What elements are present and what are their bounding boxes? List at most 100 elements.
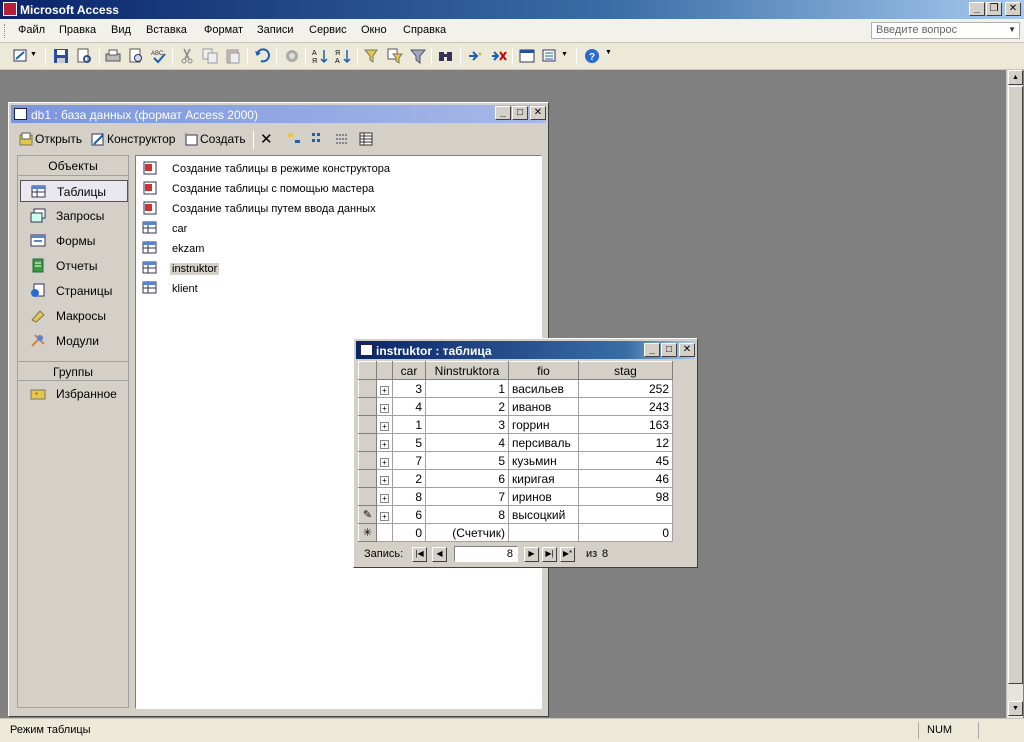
- cell-stag[interactable]: 0: [578, 523, 673, 542]
- create-button[interactable]: * Создать: [184, 131, 246, 146]
- new-object-icon[interactable]: [541, 47, 559, 65]
- cell-stag[interactable]: 98: [578, 487, 673, 506]
- spelling-icon[interactable]: ABC: [150, 47, 168, 65]
- cell-stag[interactable]: 252: [578, 379, 673, 398]
- cell-fio[interactable]: иринов: [508, 487, 579, 506]
- menu-format[interactable]: Формат: [204, 24, 243, 36]
- toolbar-options-icon[interactable]: ▼: [605, 49, 615, 67]
- delete-record-icon[interactable]: [490, 47, 508, 65]
- sidebar-item-queries[interactable]: Запросы: [20, 205, 128, 227]
- save-icon[interactable]: [52, 47, 70, 65]
- table-row[interactable]: +7 5 кузьмин 45: [358, 451, 673, 470]
- filter-by-form-icon[interactable]: [386, 47, 404, 65]
- view-design-icon[interactable]: [12, 47, 30, 65]
- table-window-titlebar[interactable]: instruktor : таблица _ □ ✕: [356, 341, 695, 359]
- table-maximize-button[interactable]: □: [661, 343, 677, 357]
- list-view-icon[interactable]: [335, 132, 349, 149]
- sidebar-item-reports[interactable]: Отчеты: [20, 255, 128, 277]
- expand-icon[interactable]: +: [376, 451, 393, 470]
- cell-car[interactable]: 0: [392, 523, 426, 542]
- expand-icon[interactable]: +: [376, 379, 393, 398]
- paste-icon[interactable]: [224, 47, 242, 65]
- record-selector[interactable]: [358, 379, 377, 398]
- menu-help[interactable]: Справка: [403, 24, 446, 36]
- record-selector[interactable]: [358, 433, 377, 452]
- cell-ninstruktora[interactable]: 7: [425, 487, 509, 506]
- file-search-icon[interactable]: [75, 47, 93, 65]
- sidebar-item-tables[interactable]: Таблицы: [20, 180, 128, 202]
- editing-pencil-icon[interactable]: ✎: [358, 505, 377, 524]
- scroll-up-icon[interactable]: ▲: [1008, 70, 1023, 85]
- cell-fio[interactable]: персиваль: [508, 433, 579, 452]
- cell-stag[interactable]: 12: [578, 433, 673, 452]
- print-icon[interactable]: [104, 47, 122, 65]
- chevron-down-icon[interactable]: ▼: [1008, 25, 1016, 34]
- objects-header[interactable]: Объекты: [18, 156, 128, 176]
- restore-button[interactable]: ❐: [986, 2, 1002, 16]
- sidebar-item-macros[interactable]: Макросы: [20, 305, 128, 327]
- new-record-icon[interactable]: *: [467, 47, 485, 65]
- filter-by-selection-icon[interactable]: [363, 47, 381, 65]
- cell-car[interactable]: 4: [392, 397, 426, 416]
- cell-ninstruktora[interactable]: 4: [425, 433, 509, 452]
- record-selector[interactable]: [358, 451, 377, 470]
- table-close-button[interactable]: ✕: [679, 343, 695, 357]
- expand-icon[interactable]: +: [376, 505, 393, 524]
- table-row[interactable]: ✎ +6 8 высоцкий: [358, 505, 673, 524]
- cell-ninstruktora[interactable]: 1: [425, 379, 509, 398]
- access-app-icon[interactable]: [3, 2, 17, 16]
- sidebar-item-pages[interactable]: Страницы: [20, 280, 128, 302]
- cell-fio[interactable]: кузьмин: [508, 451, 579, 470]
- small-icons-icon[interactable]: [311, 132, 325, 149]
- table-row[interactable]: +5 4 персиваль 12: [358, 433, 673, 452]
- new-record-nav-icon[interactable]: ▶*: [560, 547, 575, 562]
- vertical-scrollbar[interactable]: ▲ ▼: [1006, 70, 1023, 718]
- cell-stag[interactable]: 243: [578, 397, 673, 416]
- close-button[interactable]: ✕: [1005, 2, 1021, 16]
- help-icon[interactable]: ?: [583, 47, 601, 65]
- menu-window[interactable]: Окно: [361, 24, 387, 36]
- previous-record-icon[interactable]: ◀: [432, 547, 447, 562]
- expand-icon[interactable]: +: [376, 415, 393, 434]
- table-row[interactable]: +2 6 киригая 46: [358, 469, 673, 488]
- cell-car[interactable]: 1: [392, 415, 426, 434]
- expand-icon[interactable]: +: [376, 469, 393, 488]
- cell-ninstruktora[interactable]: 8: [425, 505, 509, 524]
- column-header-stag[interactable]: stag: [578, 361, 673, 380]
- expand-icon[interactable]: +: [376, 487, 393, 506]
- cell-fio[interactable]: киригая: [508, 469, 579, 488]
- undo-icon[interactable]: [253, 47, 271, 65]
- sidebar-item-favorites[interactable]: * Избранное: [20, 383, 128, 405]
- expand-icon[interactable]: +: [376, 397, 393, 416]
- sidebar-item-modules[interactable]: Модули: [20, 330, 128, 352]
- cell-car[interactable]: 5: [392, 433, 426, 452]
- column-header-car[interactable]: car: [392, 361, 426, 380]
- view-dropdown-icon[interactable]: ▼: [30, 51, 40, 69]
- delete-icon[interactable]: ✕: [260, 130, 273, 148]
- table-row[interactable]: +8 7 иринов 98: [358, 487, 673, 506]
- scroll-down-icon[interactable]: ▼: [1008, 701, 1023, 716]
- db-maximize-button[interactable]: □: [512, 106, 528, 120]
- cell-car[interactable]: 8: [392, 487, 426, 506]
- new-record-star-icon[interactable]: ✳: [358, 523, 377, 542]
- new-object-dropdown-icon[interactable]: ▼: [561, 51, 571, 69]
- groups-header[interactable]: Группы: [18, 361, 128, 381]
- office-links-icon[interactable]: [283, 47, 301, 65]
- menu-tools[interactable]: Сервис: [309, 24, 347, 36]
- column-header-ninstruktora[interactable]: Ninstruktora: [425, 361, 509, 380]
- cell-stag[interactable]: 163: [578, 415, 673, 434]
- details-view-icon[interactable]: [359, 132, 373, 149]
- cell-fio[interactable]: горрин: [508, 415, 579, 434]
- select-all-cell[interactable]: [358, 361, 377, 380]
- cell-ninstruktora[interactable]: 5: [425, 451, 509, 470]
- cell-fio[interactable]: высоцкий: [508, 505, 579, 524]
- find-icon[interactable]: [437, 47, 455, 65]
- sort-ascending-icon[interactable]: AЯ: [311, 47, 329, 65]
- help-search-box[interactable]: Введите вопрос ▼: [871, 22, 1020, 39]
- copy-icon[interactable]: [201, 47, 219, 65]
- apply-filter-icon[interactable]: [409, 47, 427, 65]
- cell-ninstruktora[interactable]: 6: [425, 469, 509, 488]
- sidebar-item-forms[interactable]: Формы: [20, 230, 128, 252]
- last-record-icon[interactable]: ▶|: [542, 547, 557, 562]
- new-row[interactable]: ✳ 0 (Счетчик) 0: [358, 523, 673, 542]
